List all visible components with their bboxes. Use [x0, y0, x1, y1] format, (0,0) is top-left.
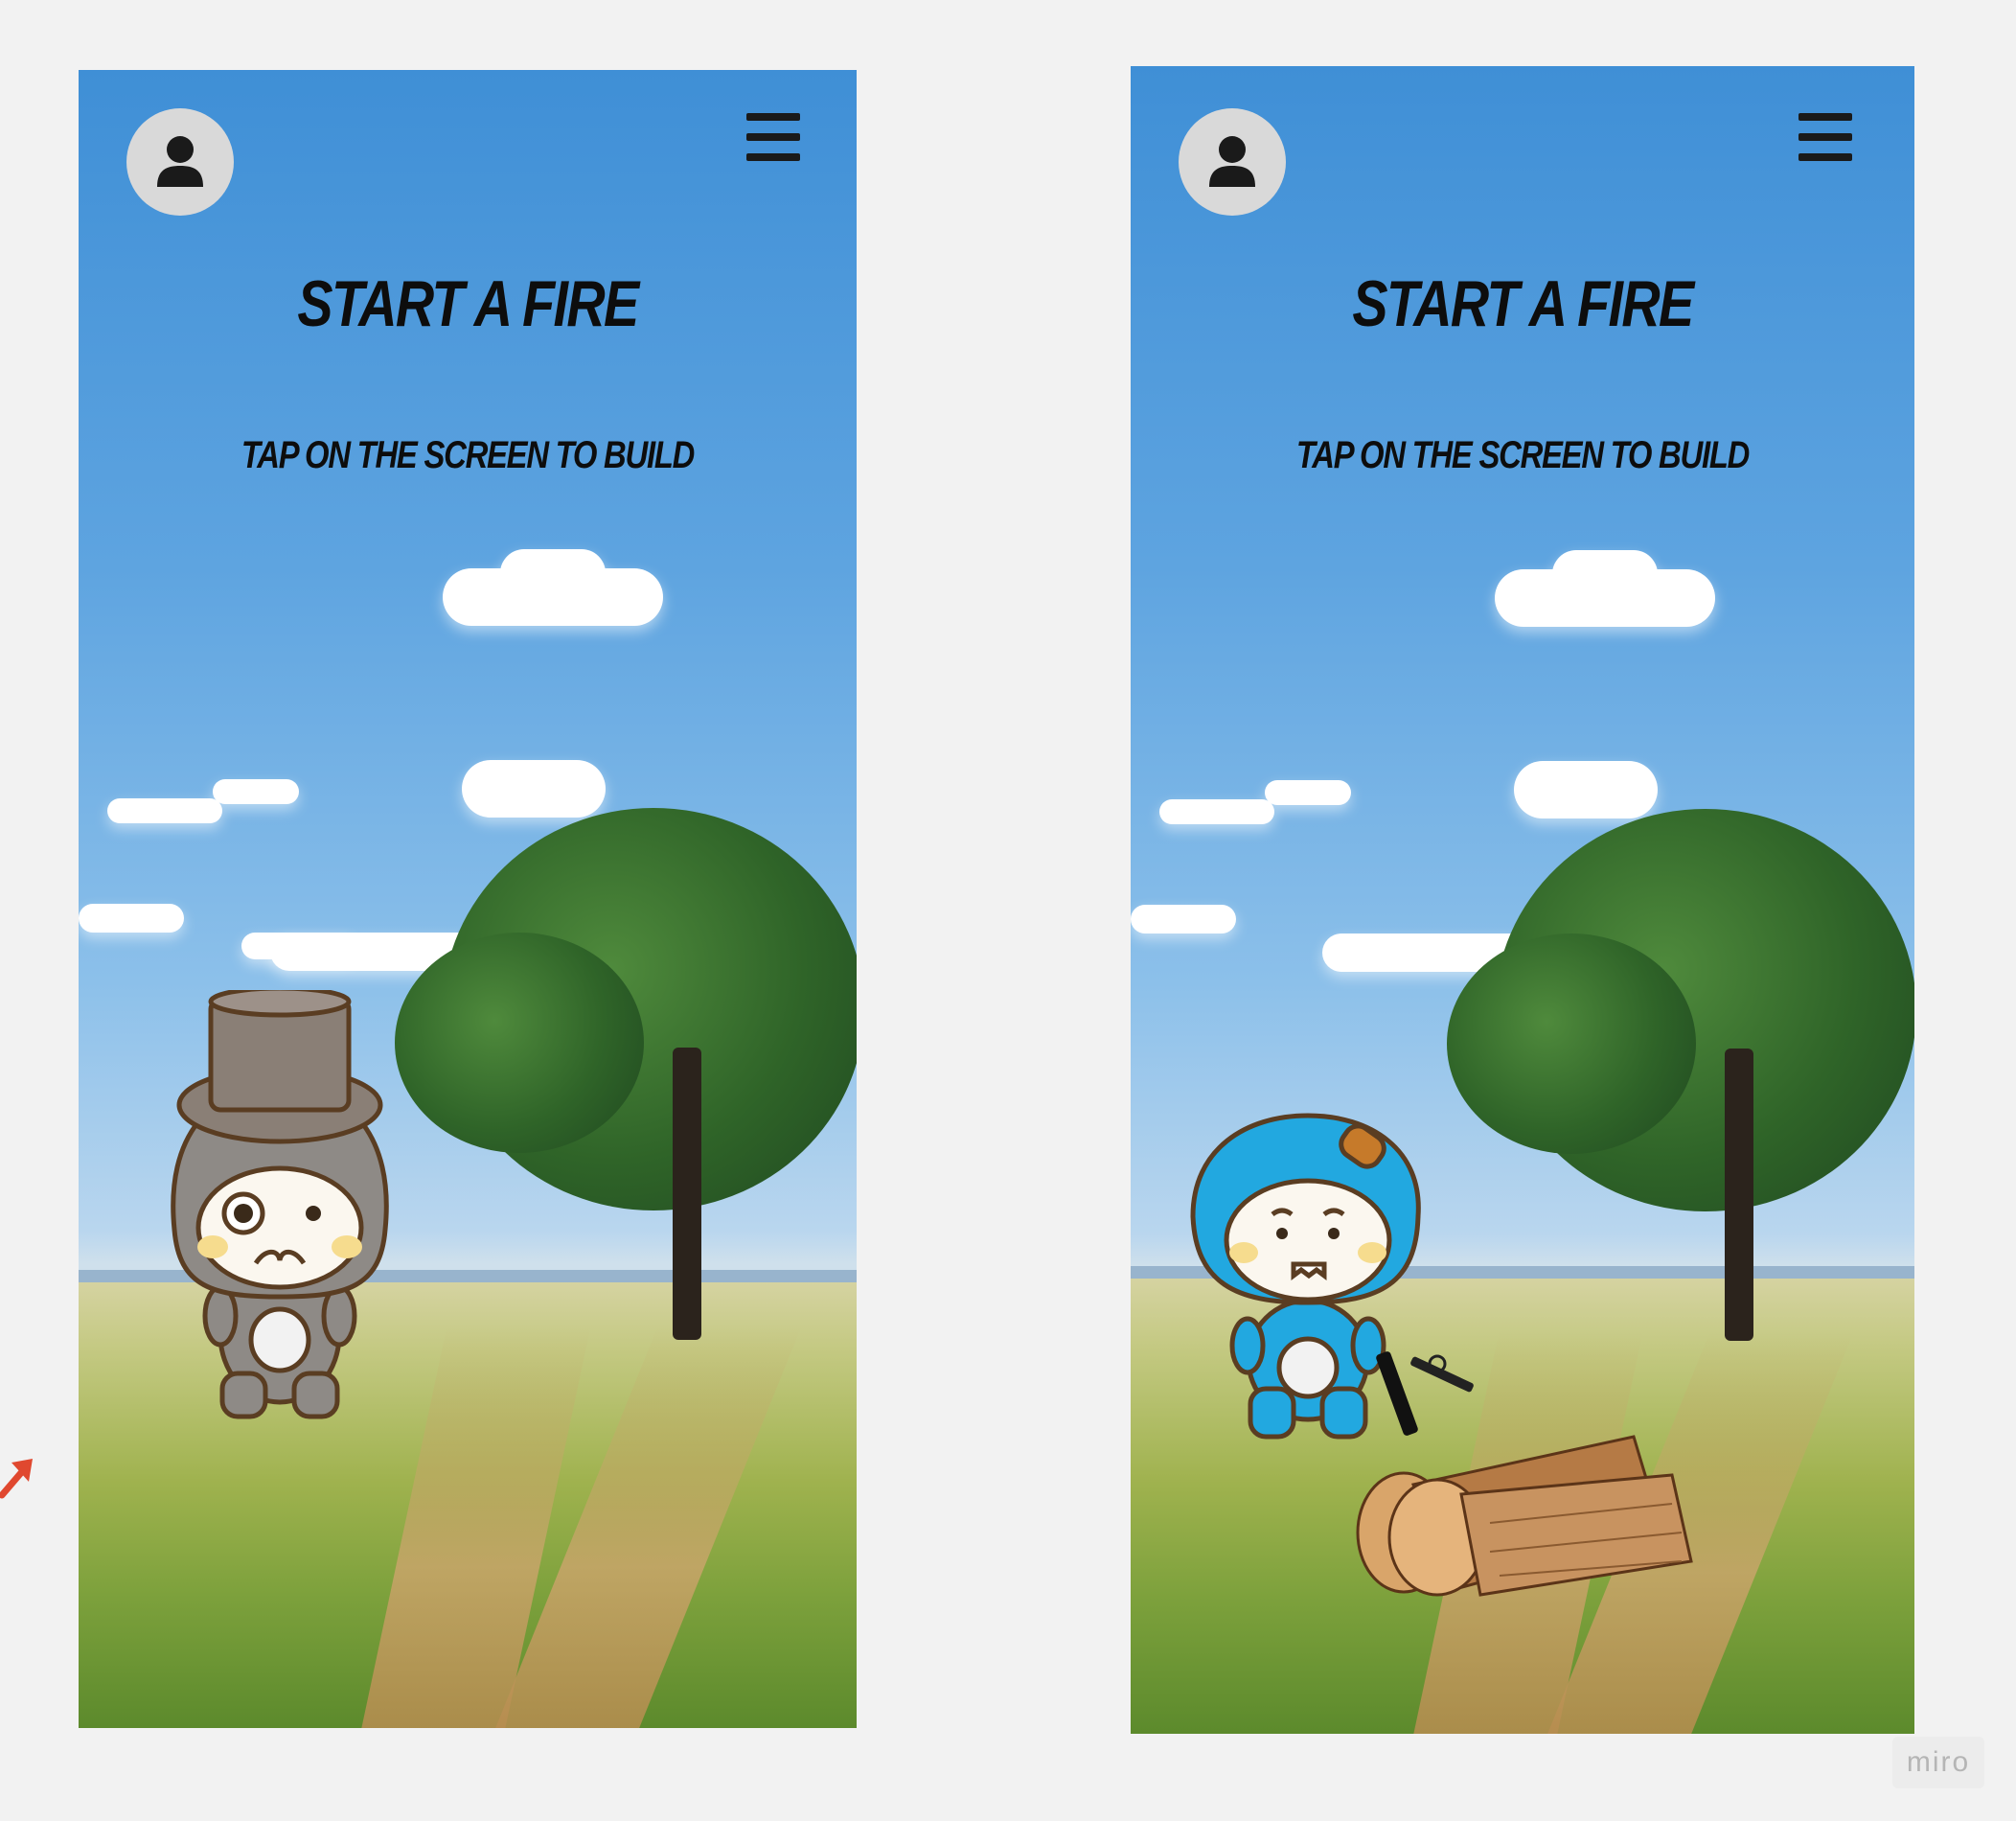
cloud [1552, 550, 1658, 598]
tree-trunk [1725, 1049, 1753, 1341]
page-title: START A FIRE [1352, 267, 1694, 340]
game-screen-1[interactable]: START A FIRE TAP ON THE SCREEN TO BUILD [79, 70, 857, 1728]
miro-watermark: miro [1892, 1737, 1984, 1788]
page-title: START A FIRE [297, 267, 639, 340]
cloud [462, 760, 606, 818]
cloud [1265, 780, 1351, 805]
profile-button[interactable] [126, 108, 234, 216]
cloud [1514, 761, 1658, 818]
hamburger-menu-icon [1798, 113, 1852, 121]
tree-trunk [673, 1048, 701, 1340]
menu-button[interactable] [746, 113, 800, 161]
profile-button[interactable] [1179, 108, 1286, 216]
hamburger-menu-icon [746, 113, 800, 121]
cloud [1131, 905, 1236, 934]
cloud [107, 798, 222, 823]
menu-button[interactable] [1798, 113, 1852, 161]
arrow-annotation-icon [0, 1459, 33, 1499]
firewood-logs[interactable] [1346, 1418, 1710, 1609]
tree-crown [395, 933, 644, 1153]
cloud [213, 779, 299, 804]
cloud [500, 549, 606, 597]
tree-crown [1447, 934, 1696, 1154]
user-icon [1209, 136, 1255, 187]
instruction-text: TAP ON THE SCREEN TO BUILD [241, 434, 695, 476]
game-screen-2[interactable]: START A FIRE TAP ON THE SCREEN TO BUILD [1131, 66, 1914, 1734]
gray-top-hat-mascot[interactable] [155, 990, 404, 1431]
user-icon [157, 136, 203, 187]
instruction-text: TAP ON THE SCREEN TO BUILD [1295, 434, 1750, 476]
cloud [79, 904, 184, 933]
cloud [1159, 799, 1274, 824]
